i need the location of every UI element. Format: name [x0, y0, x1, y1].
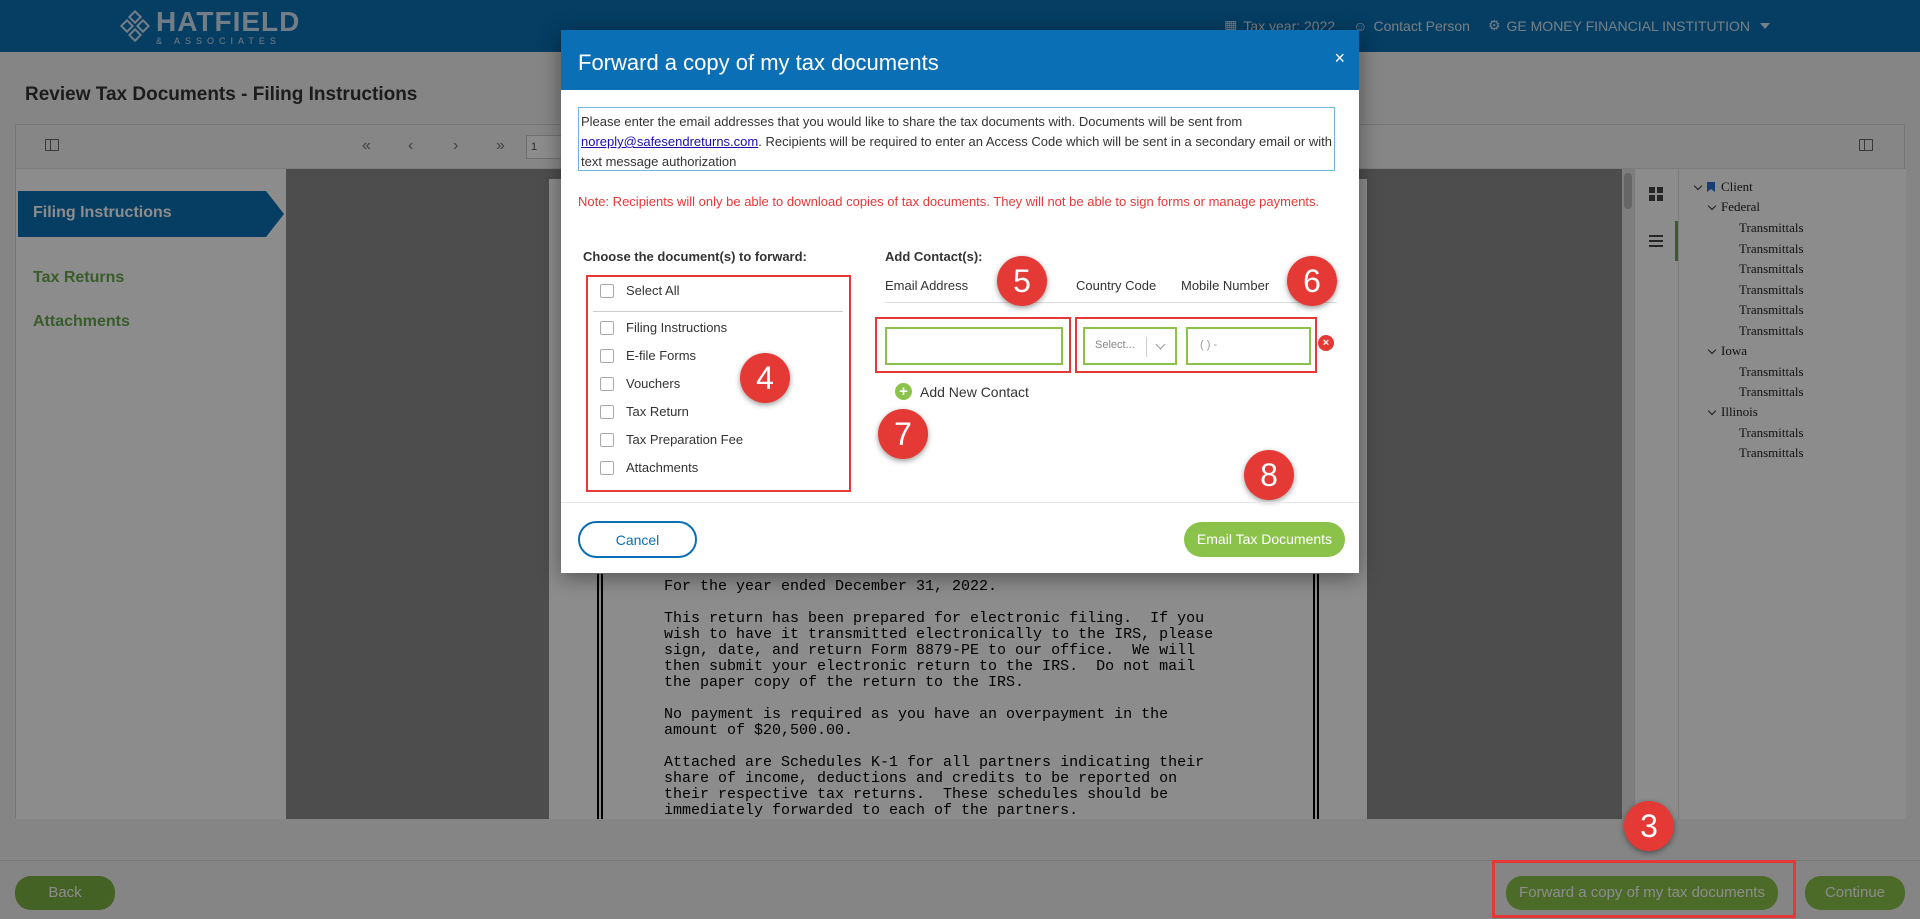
close-icon[interactable]: × [1334, 48, 1345, 69]
plus-circle-icon: + [895, 383, 912, 400]
document-label: Filing Instructions [626, 320, 728, 335]
callout-3: 3 [1624, 801, 1674, 851]
mobile-number-column-header: Mobile Number [1181, 278, 1270, 293]
add-contacts-label: Add Contact(s): [885, 249, 983, 264]
mobile-highlight: Select... ( ) - [1075, 317, 1317, 373]
modal-footer-divider [561, 502, 1359, 503]
cancel-button[interactable]: Cancel [578, 521, 697, 558]
checklist-divider [593, 311, 843, 312]
forward-documents-modal: Forward a copy of my tax documents × Ple… [561, 30, 1359, 573]
callout-8: 8 [1244, 450, 1294, 500]
modal-title: Forward a copy of my tax documents [578, 50, 939, 75]
recipients-note: Note: Recipients will only be able to do… [578, 194, 1320, 209]
sender-email-link[interactable]: noreply@safesendreturns.com [581, 134, 758, 149]
document-label: E-file Forms [626, 348, 697, 363]
add-new-contact-link[interactable]: + Add New Contact [895, 383, 1029, 400]
select-all-label: Select All [626, 283, 680, 298]
country-code-column-header: Country Code [1076, 278, 1157, 293]
document-checkbox-row[interactable]: Attachments [600, 460, 698, 475]
contacts-header-divider [885, 302, 1337, 303]
document-checkbox[interactable] [600, 460, 614, 475]
email-column-header: Email Address [885, 278, 969, 293]
select-separator [1146, 337, 1147, 357]
chevron-down-icon [1155, 339, 1166, 350]
document-checkbox[interactable] [600, 432, 614, 447]
document-checkbox-row[interactable]: Filing Instructions [600, 320, 727, 335]
document-label: Tax Preparation Fee [626, 432, 744, 447]
callout-5: 5 [997, 256, 1047, 306]
document-label: Attachments [626, 460, 699, 475]
document-checkbox[interactable] [600, 320, 614, 335]
remove-contact-icon[interactable]: × [1318, 335, 1334, 351]
document-checkbox[interactable] [600, 404, 614, 419]
documents-checklist: Select All Filing Instructions E-file Fo… [586, 275, 851, 492]
info-text-pre: Please enter the email addresses that yo… [581, 114, 1243, 129]
document-checkbox-row[interactable]: Vouchers [600, 376, 680, 391]
select-all-checkbox[interactable] [600, 283, 614, 298]
document-checkbox[interactable] [600, 376, 614, 391]
email-tax-documents-button[interactable]: Email Tax Documents [1184, 522, 1345, 557]
email-address-input[interactable] [885, 327, 1063, 365]
modal-header: Forward a copy of my tax documents × [561, 30, 1359, 90]
highlight-forward-button [1492, 860, 1796, 918]
document-checkbox-row[interactable]: Tax Return [600, 404, 689, 419]
callout-7: 7 [878, 409, 928, 459]
choose-documents-label: Choose the document(s) to forward: [583, 249, 807, 264]
document-checkbox-row[interactable]: E-file Forms [600, 348, 696, 363]
callout-6: 6 [1287, 256, 1337, 306]
country-code-select[interactable]: Select... [1083, 327, 1177, 365]
document-checkbox[interactable] [600, 348, 614, 363]
callout-4: 4 [740, 353, 790, 403]
info-message: Please enter the email addresses that yo… [578, 107, 1335, 171]
select-all-checkbox-row[interactable]: Select All [600, 283, 679, 298]
document-label: Vouchers [626, 376, 681, 391]
document-checkbox-row[interactable]: Tax Preparation Fee [600, 432, 743, 447]
mobile-number-input[interactable]: ( ) - [1186, 327, 1311, 365]
email-highlight [875, 317, 1071, 373]
document-label: Tax Return [626, 404, 689, 419]
add-new-contact-label: Add New Contact [920, 383, 1029, 400]
country-code-placeholder: Select... [1095, 339, 1135, 351]
